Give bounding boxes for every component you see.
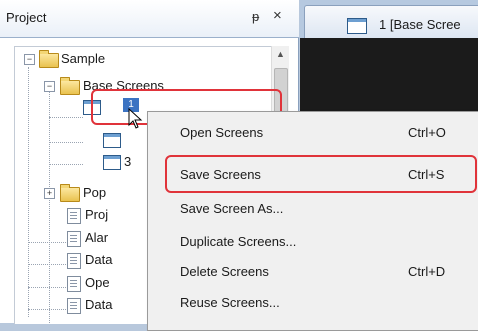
scroll-up-icon[interactable]: ▲	[272, 46, 289, 63]
tree-node-label: Data	[85, 252, 113, 267]
folder-icon	[60, 184, 80, 202]
highlight-callout-save	[165, 155, 477, 193]
document-icon	[67, 253, 81, 269]
tab-base-screen-1[interactable]: 1 [Base Scree	[304, 5, 478, 38]
expand-icon[interactable]: +	[44, 188, 55, 199]
mouse-cursor-icon	[128, 108, 143, 129]
tree-node-label: Sample	[61, 51, 106, 66]
collapse-icon[interactable]: −	[44, 81, 55, 92]
screen-icon	[347, 18, 367, 34]
tree-node-label: Data	[85, 297, 113, 312]
folder-icon	[60, 77, 80, 95]
menu-item-shortcut: Ctrl+D	[408, 264, 446, 279]
close-icon[interactable]: ×	[273, 7, 282, 24]
tree-node-label: Ope	[85, 275, 110, 290]
menu-item-open-screens[interactable]: Open Screens Ctrl+O	[148, 116, 478, 150]
folder-icon	[39, 50, 59, 68]
pane-header: Project ᵽ ×	[0, 0, 299, 38]
menu-item-label: Open Screens	[180, 125, 264, 140]
collapse-icon[interactable]: −	[24, 54, 35, 65]
menu-item-label: Reuse Screens...	[180, 295, 280, 310]
document-icon	[67, 208, 81, 224]
menu-item-label: Save Screen As...	[180, 201, 284, 216]
tree-node-label: Proj	[85, 207, 109, 222]
tree-node-label: Pop	[83, 185, 107, 200]
tree-node-label: Alar	[85, 230, 109, 245]
document-icon	[67, 231, 81, 247]
context-menu: Open Screens Ctrl+O Save Screens Ctrl+S …	[147, 111, 478, 331]
menu-item-reuse-screens[interactable]: Reuse Screens...	[148, 286, 478, 320]
menu-item-label: Delete Screens	[180, 264, 269, 279]
tab-label: 1 [Base Scree	[379, 17, 461, 32]
menu-item-save-screen-as[interactable]: Save Screen As...	[148, 192, 478, 226]
tree-node-sample[interactable]: − Sample	[15, 49, 215, 69]
document-icon	[67, 276, 81, 292]
menu-item-label: Duplicate Screens...	[180, 234, 297, 249]
screen-icon	[103, 133, 121, 148]
menu-item-delete-screens[interactable]: Delete Screens Ctrl+D	[148, 255, 478, 289]
menu-item-shortcut: Ctrl+O	[408, 125, 446, 140]
pin-icon[interactable]: ᵽ	[252, 9, 259, 24]
tab-strip: 1 [Base Scree	[300, 0, 478, 38]
screen-icon	[103, 155, 121, 170]
tree-node-label: 3	[124, 154, 132, 169]
pane-title: Project	[6, 10, 47, 25]
document-icon	[67, 298, 81, 314]
menu-item-duplicate-screens[interactable]: Duplicate Screens...	[148, 225, 478, 259]
